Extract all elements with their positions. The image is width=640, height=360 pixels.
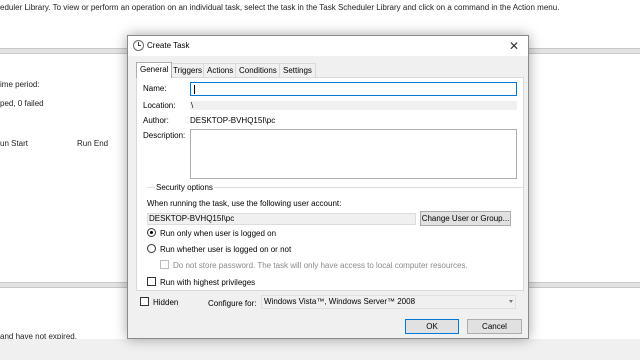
highest-privileges-checkbox[interactable] xyxy=(147,277,156,286)
tab-settings[interactable]: Settings xyxy=(279,63,316,77)
status-summary-text: ped, 0 failed xyxy=(0,99,44,108)
configure-for-select[interactable]: Windows Vista™, Windows Server™ 2008 xyxy=(261,295,516,309)
column-header-run-start[interactable]: un Start xyxy=(0,139,28,148)
user-account-value: DESKTOP-BVHQ15I\pc xyxy=(147,213,416,225)
name-label: Name: xyxy=(143,84,167,93)
description-label: Description: xyxy=(143,131,186,140)
security-options-group: Security options When running the task, … xyxy=(147,183,523,333)
time-period-label: ime period: xyxy=(0,80,40,89)
tab-actions[interactable]: Actions xyxy=(203,63,238,77)
tab-general[interactable]: General xyxy=(136,62,173,78)
hidden-checkbox[interactable] xyxy=(140,297,149,306)
library-intro-text: eduler Library. To view or perform an op… xyxy=(0,3,560,12)
do-not-store-password-label: Do not store password. The task will onl… xyxy=(173,261,468,270)
clock-icon xyxy=(133,40,144,51)
chevron-down-icon xyxy=(509,300,513,303)
author-label: Author: xyxy=(143,116,169,125)
run-whether-logged-on-label[interactable]: Run whether user is logged on or not xyxy=(160,245,291,254)
tab-triggers[interactable]: Triggers xyxy=(169,63,207,77)
security-options-title: Security options xyxy=(155,183,214,192)
dialog-title: Create Task xyxy=(147,41,190,50)
account-prompt-text: When running the task, use the following… xyxy=(147,199,342,208)
highest-privileges-label[interactable]: Run with highest privileges xyxy=(160,278,255,287)
do-not-store-password-checkbox[interactable] xyxy=(160,260,169,269)
description-textarea[interactable] xyxy=(190,129,517,179)
tab-strip: General Triggers Actions Conditions Sett… xyxy=(136,62,524,78)
ok-button[interactable]: OK xyxy=(405,319,459,334)
change-user-button[interactable]: Change User or Group... xyxy=(420,211,511,226)
column-header-run-end[interactable]: Run End xyxy=(77,139,108,148)
configure-for-label: Configure for: xyxy=(208,299,257,308)
run-whether-logged-on-radio[interactable] xyxy=(147,244,156,253)
dialog-titlebar[interactable]: Create Task ✕ xyxy=(128,36,528,56)
tab-conditions[interactable]: Conditions xyxy=(235,63,281,77)
text-caret xyxy=(194,85,195,94)
location-value: \ xyxy=(190,101,517,110)
cancel-button[interactable]: Cancel xyxy=(467,319,522,334)
name-input[interactable] xyxy=(190,82,517,96)
run-only-logged-on-radio[interactable] xyxy=(147,228,156,237)
create-task-dialog: Create Task ✕ General Triggers Actions C… xyxy=(127,35,529,339)
general-tab-panel: Name: Location: \ Author: DESKTOP-BVHQ15… xyxy=(136,77,524,291)
configure-for-value: Windows Vista™, Windows Server™ 2008 xyxy=(264,297,416,306)
run-only-logged-on-label[interactable]: Run only when user is logged on xyxy=(160,229,276,238)
author-value: DESKTOP-BVHQ15I\pc xyxy=(190,116,276,125)
location-label: Location: xyxy=(143,101,176,110)
bottom-bar xyxy=(0,339,640,360)
hidden-label[interactable]: Hidden xyxy=(153,298,178,307)
close-button[interactable]: ✕ xyxy=(506,38,522,54)
